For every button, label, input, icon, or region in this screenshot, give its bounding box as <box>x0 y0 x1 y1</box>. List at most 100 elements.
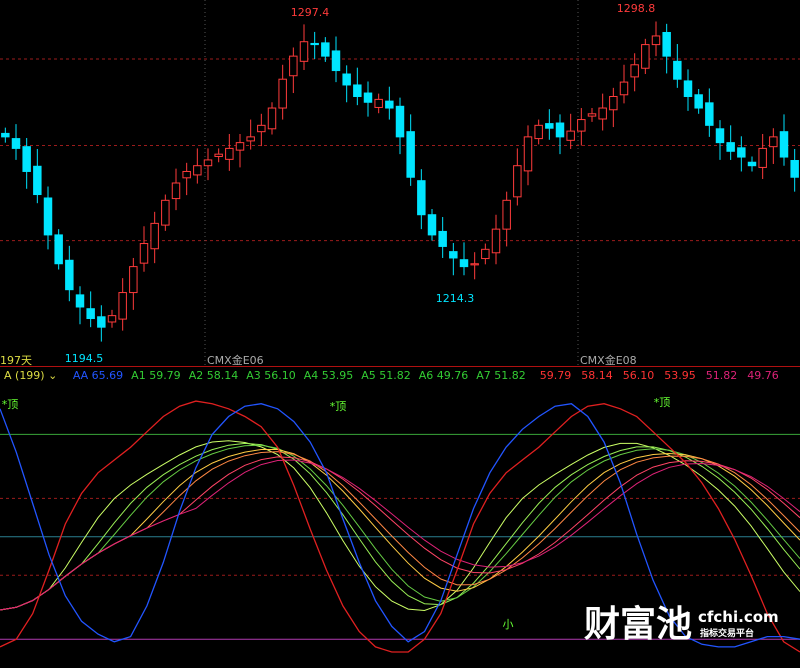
candle-body <box>673 60 682 80</box>
candle-body <box>662 31 671 57</box>
candle-body <box>161 199 170 226</box>
indicator-value-aa: AA 65.69 <box>72 369 124 382</box>
candle-body <box>513 165 522 198</box>
ma-ribbon-line <box>0 440 800 612</box>
candle-body <box>395 105 405 138</box>
indicator-extra-value: 56.10 <box>622 369 655 382</box>
candle-body <box>54 234 63 265</box>
indicator-value-a7: A7 51.82 <box>476 369 526 382</box>
candle-body <box>406 131 415 178</box>
candle-body <box>587 113 597 117</box>
candle-body <box>609 96 618 111</box>
candle-body <box>555 122 565 138</box>
candle-body <box>193 165 202 176</box>
candle-body <box>75 294 85 308</box>
candle-body <box>651 35 661 46</box>
candle-body <box>363 92 373 103</box>
indicator-extra-value: 53.95 <box>664 369 696 382</box>
candle-body <box>171 182 181 200</box>
candle-body <box>22 146 31 172</box>
ma-ribbon-line <box>0 442 800 611</box>
candle-body <box>118 292 127 320</box>
candle-body <box>129 266 138 294</box>
candle-body <box>97 316 106 328</box>
indicator-caret-icon[interactable]: ⌄ <box>48 369 57 382</box>
candle-body <box>470 263 479 266</box>
candle-body <box>534 124 543 140</box>
price-chart: 1297.4 1298.8 1194.5 1214.3 197天 CMX金E06 CMX金E… <box>0 0 800 366</box>
aa-line <box>0 403 800 648</box>
candle-body <box>790 160 799 178</box>
period-label: 197天 <box>0 354 32 366</box>
candle-body <box>758 147 767 168</box>
indicator-value-a2: A2 58.14 <box>188 369 239 382</box>
candle-body <box>641 44 650 69</box>
candle-body <box>737 147 746 158</box>
candle-body <box>331 50 341 72</box>
candle-body <box>715 128 725 144</box>
indicator-extra-value: 58.14 <box>581 369 613 382</box>
candle-body <box>65 259 74 291</box>
candle-body <box>545 123 554 129</box>
candle-body <box>598 107 607 120</box>
candle-body <box>449 251 458 259</box>
pane-divider <box>0 366 800 367</box>
indicator-chart: *顶 *顶 *顶小 <box>0 396 800 653</box>
indicator-value-a5: A5 51.82 <box>361 369 411 382</box>
candle-body <box>257 124 266 133</box>
chart-stage: 1297.4 1298.8 1194.5 1214.3 197天 CMX金E06 CMX金E… <box>0 0 800 668</box>
price-high-label: 1297.4 <box>291 6 330 19</box>
candle-body <box>619 81 629 96</box>
candle-body <box>278 78 287 109</box>
ma-ribbon-line <box>0 459 800 611</box>
indicator-extra-value: 51.82 <box>705 369 738 382</box>
red-oscillator-line <box>0 400 800 653</box>
candle-body <box>43 197 53 236</box>
candle-body <box>726 142 735 152</box>
indicator-value-a6: A6 49.76 <box>418 369 469 382</box>
indicator-header: A (199) ⌄ AA 65.69 A1 59.79 A2 58.14 A3 56.… <box>0 369 800 385</box>
candle-body <box>705 102 714 126</box>
candle-body <box>385 100 394 109</box>
candle-body <box>747 161 757 167</box>
top-signal-label: *顶 <box>654 396 671 409</box>
indicator-value-a3: A3 56.10 <box>246 369 296 382</box>
price-low-label: 1214.3 <box>436 292 475 305</box>
candle-body <box>107 315 117 323</box>
candle-body <box>321 42 330 57</box>
candle-body <box>86 308 95 320</box>
candle-body <box>1 132 10 138</box>
indicator-prefix[interactable]: A (199) <box>4 369 45 382</box>
candle-body <box>694 94 703 109</box>
candle-body <box>235 142 245 151</box>
indicator-extra-value: 49.76 <box>747 369 779 382</box>
price-high-label: 1298.8 <box>617 2 656 15</box>
candle-body <box>150 222 159 250</box>
candle-body <box>630 64 639 78</box>
top-signal-label: *顶 <box>2 398 19 411</box>
candle-body <box>267 107 277 130</box>
candle-body <box>491 228 501 254</box>
candle-body <box>353 84 362 97</box>
candle-body <box>33 165 42 196</box>
candle-body <box>481 248 490 260</box>
candle-body <box>374 98 383 108</box>
candle-body <box>246 136 255 142</box>
candle-body <box>310 42 319 46</box>
candle-body <box>11 138 21 149</box>
indicator-value-a1: A1 59.79 <box>131 369 181 382</box>
indicator-value-a4: A4 53.95 <box>303 369 354 382</box>
bottom-signal-label: 小 <box>503 618 514 631</box>
candle-body <box>566 130 575 141</box>
ma-ribbon-line <box>0 449 800 611</box>
candle-body <box>502 199 511 230</box>
candle-body <box>299 41 309 62</box>
candle-body <box>427 214 437 236</box>
candle-body <box>289 55 298 77</box>
candle-body <box>769 136 778 148</box>
candle-body <box>203 159 213 167</box>
candle-body <box>417 180 426 216</box>
candle-body <box>225 147 234 160</box>
contract-label: CMX金E08 <box>580 353 637 366</box>
price-low-label: 1194.5 <box>65 352 104 365</box>
